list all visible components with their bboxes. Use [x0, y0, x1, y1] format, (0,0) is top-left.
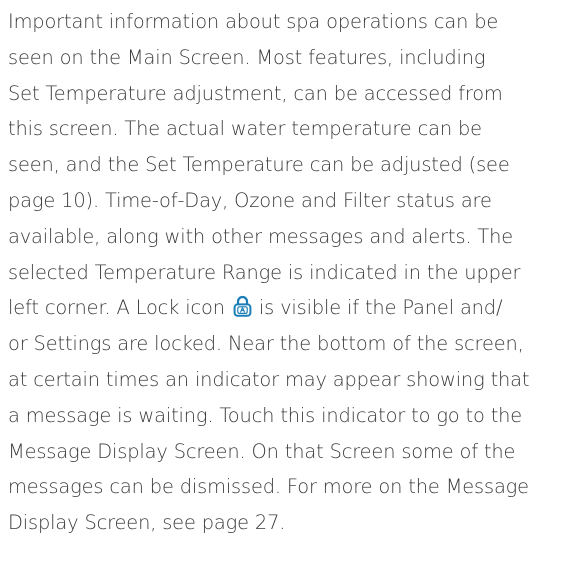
lock-icon: [233, 295, 252, 318]
text-line: selected Temperature Range is indicated …: [8, 260, 521, 284]
manual-page: Important information about spa operatio…: [8, 4, 561, 541]
text-line: a message is waiting. Touch this indicat…: [8, 403, 523, 427]
text-line: Message Display Screen. On that Screen s…: [8, 439, 516, 463]
text-line: this screen. The actual water temperatur…: [8, 117, 482, 141]
text-line: seen, and the Set Temperature can be adj…: [8, 153, 510, 177]
text-line-with-lock-icon: left corner. A Lock icon is visible if t…: [8, 290, 561, 326]
text-line: or Settings are locked. Near the bottom …: [8, 332, 524, 356]
text-line: page 10). Time-of-Day, Ozone and Filter …: [8, 188, 492, 212]
text-segment: is visible if the Panel and/: [258, 296, 503, 320]
text-line: available, along with other messages and…: [8, 224, 514, 248]
text-line: at certain times an indicator may appear…: [8, 367, 530, 391]
text-line: messages can be dismissed. For more on t…: [8, 475, 529, 499]
text-line: Display Screen, see page 27.: [8, 511, 286, 535]
text-segment: left corner. A Lock icon: [8, 296, 225, 320]
text-line: Set Temperature adjustment, can be acces…: [8, 81, 503, 105]
text-line: seen on the Main Screen. Most features, …: [8, 45, 486, 69]
text-line: Important information about spa operatio…: [8, 10, 499, 33]
